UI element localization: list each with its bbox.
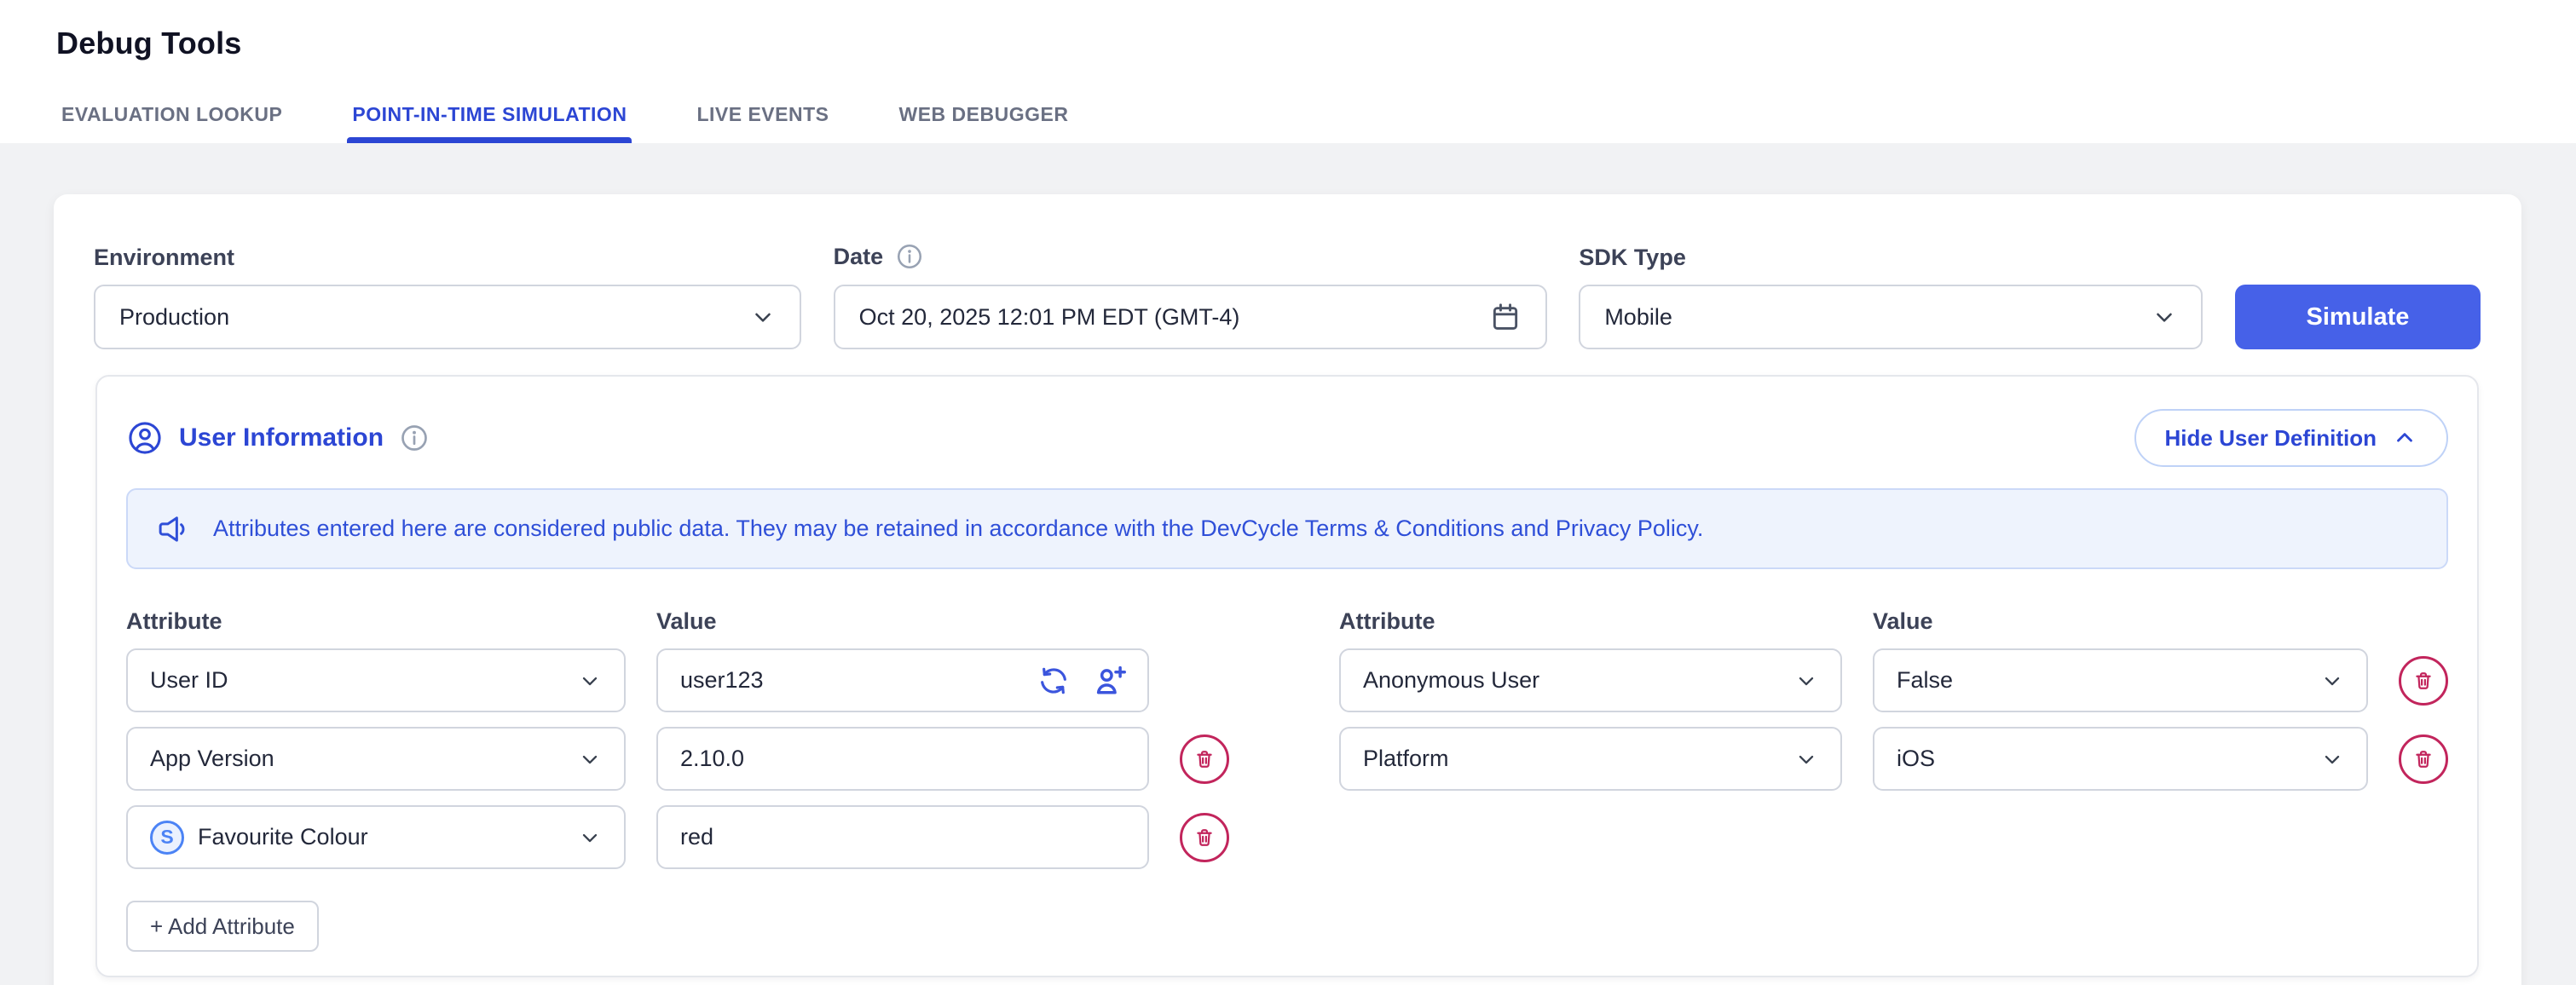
string-type-badge: S bbox=[150, 821, 184, 855]
chevron-down-icon bbox=[2320, 747, 2344, 771]
trash-icon bbox=[2411, 669, 2435, 693]
environment-field: Environment Production bbox=[94, 245, 801, 349]
delete-attribute-button[interactable] bbox=[2399, 656, 2448, 706]
attribute-select[interactable]: Anonymous User bbox=[1339, 648, 1842, 712]
delete-attribute-button[interactable] bbox=[1180, 813, 1229, 862]
value-select[interactable]: False bbox=[1873, 648, 2368, 712]
attribute-select-value: Favourite Colour bbox=[198, 824, 368, 850]
user-information-title: User Information bbox=[179, 423, 384, 452]
user-information-header: User Information Hide User Definition bbox=[126, 409, 2448, 467]
value-column-header: Value bbox=[656, 608, 1149, 635]
chevron-down-icon bbox=[2320, 669, 2344, 693]
hide-user-definition-button[interactable]: Hide User Definition bbox=[2134, 409, 2448, 467]
sdk-type-label: SDK Type bbox=[1579, 245, 2203, 271]
info-icon[interactable] bbox=[895, 242, 924, 271]
simulation-card: Environment Production Date Oct 20, 2025 bbox=[54, 194, 2521, 985]
attribute-column-header: Attribute bbox=[1339, 608, 1842, 635]
attributes-column-left: Attribute Value User ID bbox=[126, 608, 1229, 952]
tab-bar: EVALUATION LOOKUP POINT-IN-TIME SIMULATI… bbox=[60, 88, 1070, 143]
trash-icon bbox=[1193, 826, 1216, 850]
delete-attribute-button[interactable] bbox=[1180, 734, 1229, 784]
attribute-select[interactable]: App Version bbox=[126, 727, 626, 791]
value-select-value: False bbox=[1897, 667, 1953, 694]
attribute-select-value: Anonymous User bbox=[1363, 667, 1539, 694]
person-add-icon[interactable] bbox=[1088, 659, 1132, 703]
attribute-select-value: Platform bbox=[1363, 746, 1449, 772]
environment-select-value: Production bbox=[119, 304, 229, 331]
trash-icon bbox=[2411, 747, 2435, 771]
tab-web-debugger[interactable]: WEB DEBUGGER bbox=[897, 88, 1070, 143]
chevron-down-icon bbox=[2151, 304, 2177, 330]
delete-attribute-button[interactable] bbox=[2399, 734, 2448, 784]
info-icon[interactable] bbox=[399, 423, 430, 453]
value-column-header: Value bbox=[1873, 608, 2368, 635]
chevron-down-icon bbox=[578, 826, 602, 850]
page-title: Debug Tools bbox=[56, 26, 2576, 61]
favourite-colour-value-input[interactable] bbox=[680, 824, 1132, 850]
attribute-select-value: User ID bbox=[150, 667, 228, 694]
date-input-value: Oct 20, 2025 12:01 PM EDT (GMT-4) bbox=[859, 304, 1240, 331]
attribute-select[interactable]: Platform bbox=[1339, 727, 1842, 791]
hide-user-definition-label: Hide User Definition bbox=[2165, 425, 2377, 452]
chevron-down-icon bbox=[1794, 669, 1818, 693]
attributes-grid: Attribute Value User ID bbox=[126, 608, 2448, 952]
tab-evaluation-lookup[interactable]: EVALUATION LOOKUP bbox=[60, 88, 284, 143]
chevron-down-icon bbox=[578, 669, 602, 693]
attribute-row: Anonymous User False bbox=[1339, 648, 2448, 712]
refresh-user-id-icon[interactable] bbox=[1033, 660, 1074, 701]
environment-select[interactable]: Production bbox=[94, 285, 801, 349]
attribute-select[interactable]: User ID bbox=[126, 648, 626, 712]
app-version-value-input[interactable] bbox=[680, 746, 1132, 772]
add-attribute-button[interactable]: + Add Attribute bbox=[126, 901, 319, 952]
page-body: Environment Production Date Oct 20, 2025 bbox=[0, 143, 2576, 985]
calendar-icon[interactable] bbox=[1489, 301, 1522, 333]
column-headers: Attribute Value bbox=[126, 608, 1229, 635]
value-input-wrap bbox=[656, 648, 1149, 712]
value-select-value: iOS bbox=[1897, 746, 1935, 772]
date-input[interactable]: Oct 20, 2025 12:01 PM EDT (GMT-4) bbox=[834, 285, 1547, 349]
user-information-section: User Information Hide User Definition At… bbox=[95, 375, 2479, 977]
date-field: Date Oct 20, 2025 12:01 PM EDT (GMT-4) bbox=[834, 242, 1547, 349]
attribute-select-value: App Version bbox=[150, 746, 274, 772]
megaphone-icon bbox=[155, 511, 191, 547]
attribute-row: Platform iOS bbox=[1339, 727, 2448, 791]
date-label-row: Date bbox=[834, 242, 1547, 271]
value-input-wrap bbox=[656, 805, 1149, 869]
top-header: Debug Tools EVALUATION LOOKUP POINT-IN-T… bbox=[0, 0, 2576, 143]
attribute-row: User ID bbox=[126, 648, 1229, 712]
sdk-type-select-value: Mobile bbox=[1604, 304, 1672, 331]
tab-live-events[interactable]: LIVE EVENTS bbox=[695, 88, 830, 143]
sdk-type-field: SDK Type Mobile bbox=[1579, 245, 2203, 349]
attribute-row: App Version bbox=[126, 727, 1229, 791]
attributes-column-right: Attribute Value Anonymous User bbox=[1339, 608, 2448, 952]
public-data-notice-banner: Attributes entered here are considered p… bbox=[126, 488, 2448, 569]
chevron-down-icon bbox=[578, 747, 602, 771]
environment-label: Environment bbox=[94, 245, 801, 271]
column-headers: Attribute Value bbox=[1339, 608, 2448, 635]
attribute-select[interactable]: S Favourite Colour bbox=[126, 805, 626, 869]
tab-point-in-time-simulation[interactable]: POINT-IN-TIME SIMULATION bbox=[350, 88, 628, 143]
user-circle-icon bbox=[126, 419, 164, 457]
user-id-value-input[interactable] bbox=[680, 667, 1023, 694]
simulate-button[interactable]: Simulate bbox=[2235, 285, 2481, 349]
date-label: Date bbox=[834, 244, 884, 270]
chevron-down-icon bbox=[750, 304, 776, 330]
simulation-form-row: Environment Production Date Oct 20, 2025 bbox=[94, 242, 2481, 349]
value-select[interactable]: iOS bbox=[1873, 727, 2368, 791]
public-data-notice-text: Attributes entered here are considered p… bbox=[213, 516, 1703, 542]
attribute-column-header: Attribute bbox=[126, 608, 626, 635]
value-input-wrap bbox=[656, 727, 1149, 791]
chevron-down-icon bbox=[1794, 747, 1818, 771]
attribute-row: S Favourite Colour bbox=[126, 805, 1229, 869]
trash-icon bbox=[1193, 747, 1216, 771]
chevron-up-icon bbox=[2392, 425, 2417, 451]
sdk-type-select[interactable]: Mobile bbox=[1579, 285, 2203, 349]
user-id-actions bbox=[1033, 659, 1132, 703]
